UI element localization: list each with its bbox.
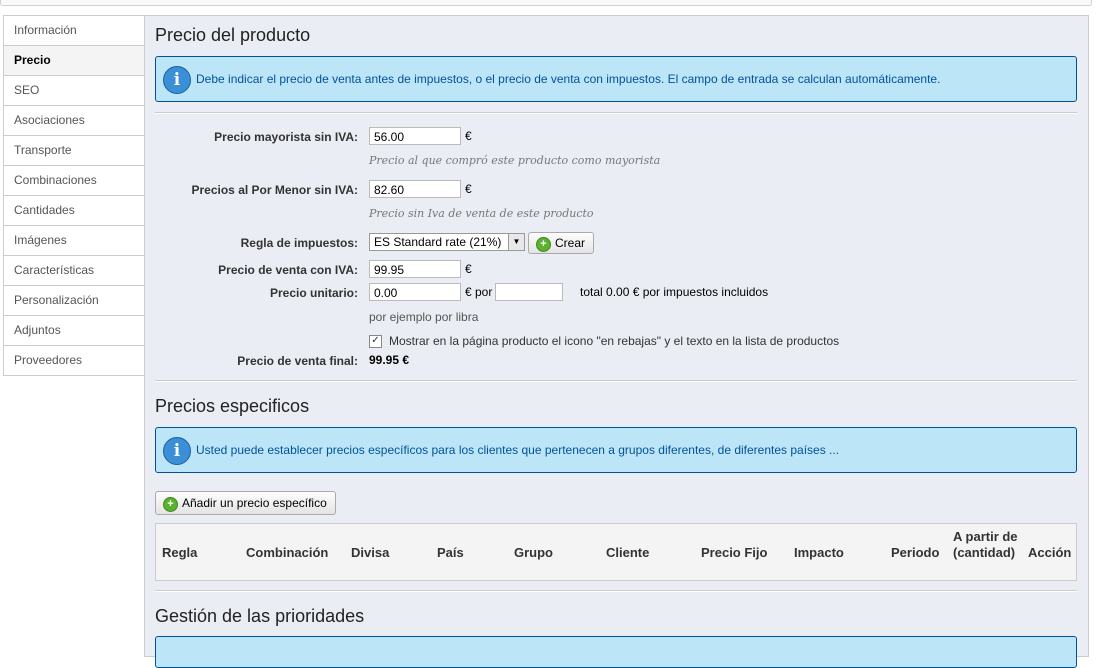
create-tax-rule-button[interactable]: + Crear — [528, 232, 595, 254]
divider — [155, 380, 1077, 382]
info-icon: i — [163, 66, 191, 94]
column-header: Acción — [1028, 545, 1072, 560]
specific-prices-table: Regla Combinación Divisa País Grupo Clie… — [155, 523, 1077, 581]
currency-symbol: € — [465, 129, 472, 143]
sidebar-item-imagenes[interactable]: Imágenes — [4, 226, 145, 256]
section-title-price: Precio del producto — [155, 25, 311, 45]
on-sale-checkbox[interactable]: ✓ — [369, 335, 382, 348]
divider — [155, 112, 1077, 114]
wholesale-price-hint: Precio al que compró este producto como … — [369, 154, 661, 167]
retail-price-input[interactable]: 82.60 — [369, 180, 461, 198]
column-header: Precio Fijo — [701, 545, 768, 560]
tax-rule-select[interactable]: ES Standard rate (21%) ▼ — [369, 233, 525, 251]
sidebar-item-informacion[interactable]: Información — [4, 16, 145, 46]
tax-rule-selected: ES Standard rate (21%) — [374, 235, 502, 249]
info-icon: i — [163, 437, 191, 465]
column-header: Impacto — [794, 545, 844, 560]
sidebar-item-combinaciones[interactable]: Combinaciones — [4, 166, 145, 196]
divider — [155, 590, 1077, 592]
wholesale-price-label: Precio mayorista sin IVA: — [214, 130, 358, 144]
sidebar-item-transporte[interactable]: Transporte — [4, 136, 145, 166]
price-with-tax-label: Precio de venta con IVA: — [218, 263, 358, 277]
section-title-priorities: Gestión de las prioridades — [155, 606, 365, 626]
column-header: Combinación — [246, 545, 329, 560]
column-header: Periodo — [891, 545, 940, 560]
create-button-label: Crear — [555, 236, 586, 250]
sidebar-item-precio[interactable]: Precio — [4, 46, 145, 76]
sidebar-item-personalizacion[interactable]: Personalización — [4, 286, 145, 316]
currency-symbol: € — [465, 262, 472, 276]
sidebar-item-cantidades[interactable]: Cantidades — [4, 196, 145, 226]
sidebar-item-asociaciones[interactable]: Asociaciones — [4, 106, 145, 136]
price-info-text: Debe indicar el precio de venta antes de… — [196, 72, 941, 86]
tax-rule-label: Regla de impuestos: — [240, 236, 358, 250]
final-price-label: Precio de venta final: — [237, 354, 358, 368]
specific-info-box: i Usted puede establecer precios específ… — [155, 427, 1077, 473]
unit-per-text: € por — [465, 285, 493, 299]
currency-symbol: € — [465, 182, 472, 196]
on-sale-label: Mostrar en la página producto el icono "… — [389, 334, 840, 348]
add-specific-price-button[interactable]: + Añadir un precio específico — [155, 491, 336, 515]
top-bar — [0, 0, 1092, 6]
column-header: Regla — [162, 545, 198, 560]
unit-example-text: por ejemplo por libra — [369, 310, 479, 324]
specific-info-text: Usted puede establecer precios específic… — [196, 443, 840, 457]
chevron-down-icon[interactable]: ▼ — [508, 234, 524, 250]
sidebar-item-proveedores[interactable]: Proveedores — [4, 346, 145, 376]
product-tabs-sidebar: Información Precio SEO Asociaciones Tran… — [3, 15, 146, 376]
sidebar-item-caracteristicas[interactable]: Características — [4, 256, 145, 286]
retail-price-hint: Precio sin Iva de venta de este producto — [369, 207, 594, 220]
column-header: País — [437, 545, 464, 560]
unit-total-text: total 0.00 € por impuestos incluidos — [580, 285, 769, 299]
section-title-specific-prices: Precios especificos — [155, 396, 310, 416]
add-specific-price-label: Añadir un precio específico — [182, 496, 327, 510]
price-panel: Precio del producto i Debe indicar el pr… — [144, 15, 1089, 668]
unit-measure-input[interactable] — [495, 283, 563, 301]
sidebar-item-seo[interactable]: SEO — [4, 76, 145, 106]
column-header: Grupo — [514, 545, 553, 560]
priorities-info-box — [155, 636, 1077, 668]
column-header: Divisa — [351, 545, 390, 560]
price-info-box: i Debe indicar el precio de venta antes … — [155, 56, 1077, 102]
column-header: A partir de (cantidad) — [953, 529, 1018, 560]
price-with-tax-input[interactable]: 99.95 — [369, 260, 461, 278]
sidebar-item-adjuntos[interactable]: Adjuntos — [4, 316, 145, 346]
retail-price-label: Precios al Por Menor sin IVA: — [191, 183, 359, 197]
final-price-value: 99.95 € — [369, 353, 410, 367]
column-header: Cliente — [606, 545, 650, 560]
plus-icon: + — [163, 497, 178, 512]
unit-price-label: Precio unitario: — [269, 286, 358, 300]
plus-icon: + — [536, 237, 551, 252]
unit-price-input[interactable]: 0.00 — [369, 283, 461, 301]
wholesale-price-input[interactable]: 56.00 — [369, 127, 461, 145]
